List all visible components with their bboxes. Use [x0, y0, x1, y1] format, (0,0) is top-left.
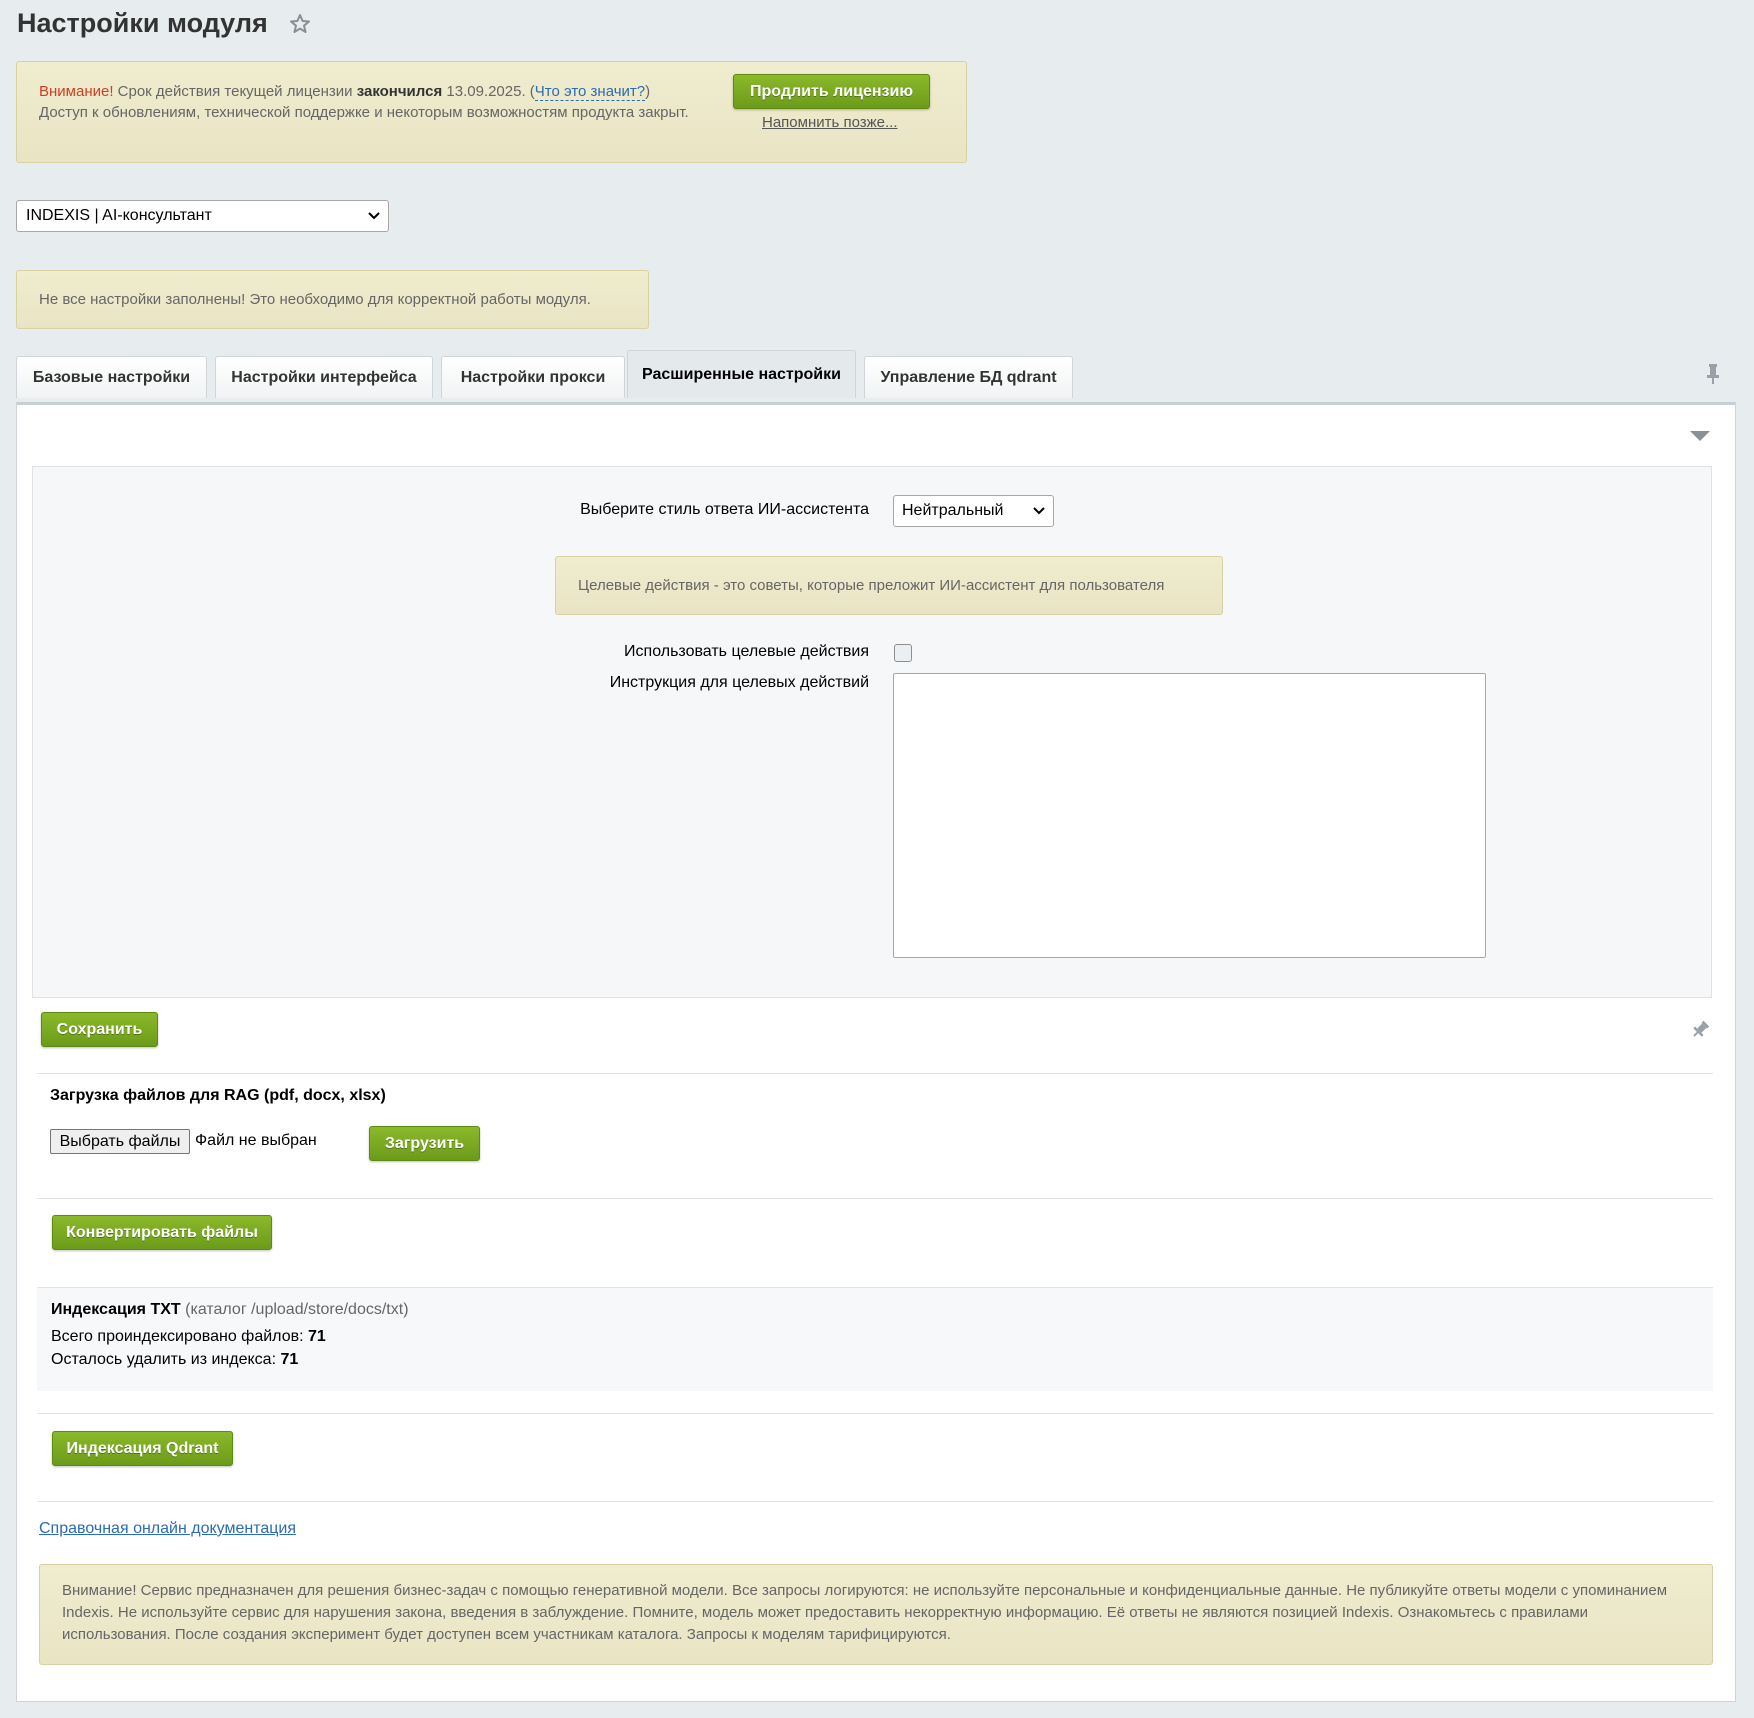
license-date: 13.09.2025. (	[442, 83, 535, 100]
tab-proxy-settings[interactable]: Настройки прокси	[441, 356, 625, 398]
target-actions-notice-text: Целевые действия - это советы, которые п…	[578, 577, 1165, 594]
star-icon[interactable]	[288, 12, 312, 36]
file-status: Файл не выбран	[195, 1132, 317, 1149]
license-notice-text: Внимание! Срок действия текущей лицензии…	[39, 81, 699, 123]
license-text-part: Срок действия текущей лицензии	[113, 83, 357, 100]
license-close-paren: )	[645, 83, 651, 100]
instruction-label: Инструкция для целевых действий	[609, 674, 869, 691]
license-help-link[interactable]: Что это значит?	[534, 83, 646, 101]
pin-icon[interactable]	[1690, 1020, 1710, 1040]
indexed-total-value: 71	[307, 1328, 326, 1345]
remaining-value: 71	[280, 1351, 299, 1368]
renew-license-button[interactable]: Продлить лицензию	[733, 74, 930, 109]
divider	[37, 1501, 1713, 1502]
use-target-checkbox[interactable]	[894, 644, 912, 662]
online-docs-link[interactable]: Справочная онлайн документация	[39, 1520, 296, 1538]
indexing-path: (каталог /upload/store/docs/txt)	[180, 1301, 409, 1318]
qdrant-indexing-button[interactable]: Индексация Qdrant	[52, 1431, 233, 1466]
choose-files-button[interactable]: Выбрать файлы	[50, 1129, 190, 1154]
page-title: Настройки модуля	[17, 8, 312, 39]
convert-files-button[interactable]: Конвертировать файлы	[52, 1215, 272, 1250]
remaining-label: Осталось удалить из индекса:	[51, 1351, 281, 1368]
remaining-line: Осталось удалить из индекса: 71	[51, 1351, 298, 1369]
txt-indexing-info: Индексация TXT (каталог /upload/store/do…	[37, 1288, 1713, 1391]
license-ended: закончился	[356, 83, 443, 100]
tab-content-panel: Выберите стиль ответа ИИ-ассистента Нейт…	[16, 402, 1736, 1702]
advanced-settings-form: Выберите стиль ответа ИИ-ассистента Нейт…	[32, 466, 1712, 998]
license-line2: Доступ к обновлениям, технической поддер…	[39, 104, 689, 121]
license-attention: Внимание!	[39, 83, 114, 100]
triangle-down-icon[interactable]	[1689, 430, 1711, 442]
service-warning-notice: Внимание! Сервис предназначен для решени…	[39, 1564, 1713, 1665]
indexed-total-label: Всего проиндексировано файлов:	[51, 1328, 308, 1345]
indexing-title: Индексация TXT	[51, 1301, 181, 1318]
pin-icon[interactable]	[1704, 363, 1722, 385]
settings-notice-text: Не все настройки заполнены! Это необходи…	[39, 291, 591, 308]
indexing-title-line: Индексация TXT (каталог /upload/store/do…	[51, 1301, 409, 1319]
settings-incomplete-notice: Не все настройки заполнены! Это необходи…	[16, 270, 649, 329]
indexed-total-line: Всего проиндексировано файлов: 71	[51, 1328, 326, 1346]
divider	[37, 1413, 1713, 1414]
upload-button[interactable]: Загрузить	[369, 1126, 480, 1161]
page-title-text: Настройки модуля	[17, 8, 268, 38]
module-select-value: INDEXIS | AI-консультант	[26, 207, 212, 224]
divider	[37, 1198, 1713, 1199]
use-target-label: Использовать целевые действия	[624, 643, 869, 660]
save-button[interactable]: Сохранить	[41, 1012, 158, 1047]
target-actions-notice: Целевые действия - это советы, которые п…	[555, 556, 1223, 615]
style-select[interactable]: Нейтральный	[893, 495, 1054, 527]
chevron-down-icon	[368, 212, 380, 220]
chevron-down-icon	[1033, 507, 1045, 515]
module-select[interactable]: INDEXIS | AI-консультант	[16, 200, 389, 232]
service-warning-text: Внимание! Сервис предназначен для решени…	[62, 1582, 1668, 1643]
instruction-textarea[interactable]	[893, 673, 1486, 958]
style-select-value: Нейтральный	[902, 502, 1004, 519]
tab-qdrant-db[interactable]: Управление БД qdrant	[864, 356, 1073, 398]
license-notice: Внимание! Срок действия текущей лицензии…	[16, 61, 967, 163]
divider	[37, 1073, 1713, 1074]
remind-later-link[interactable]: Напомнить позже...	[762, 114, 898, 131]
style-label: Выберите стиль ответа ИИ-ассистента	[580, 501, 869, 518]
tab-advanced-settings[interactable]: Расширенные настройки	[627, 350, 856, 398]
tab-basic-settings[interactable]: Базовые настройки	[16, 356, 207, 398]
tab-interface-settings[interactable]: Настройки интерфейса	[215, 356, 433, 398]
rag-upload-title: Загрузка файлов для RAG (pdf, docx, xlsx…	[50, 1087, 386, 1104]
